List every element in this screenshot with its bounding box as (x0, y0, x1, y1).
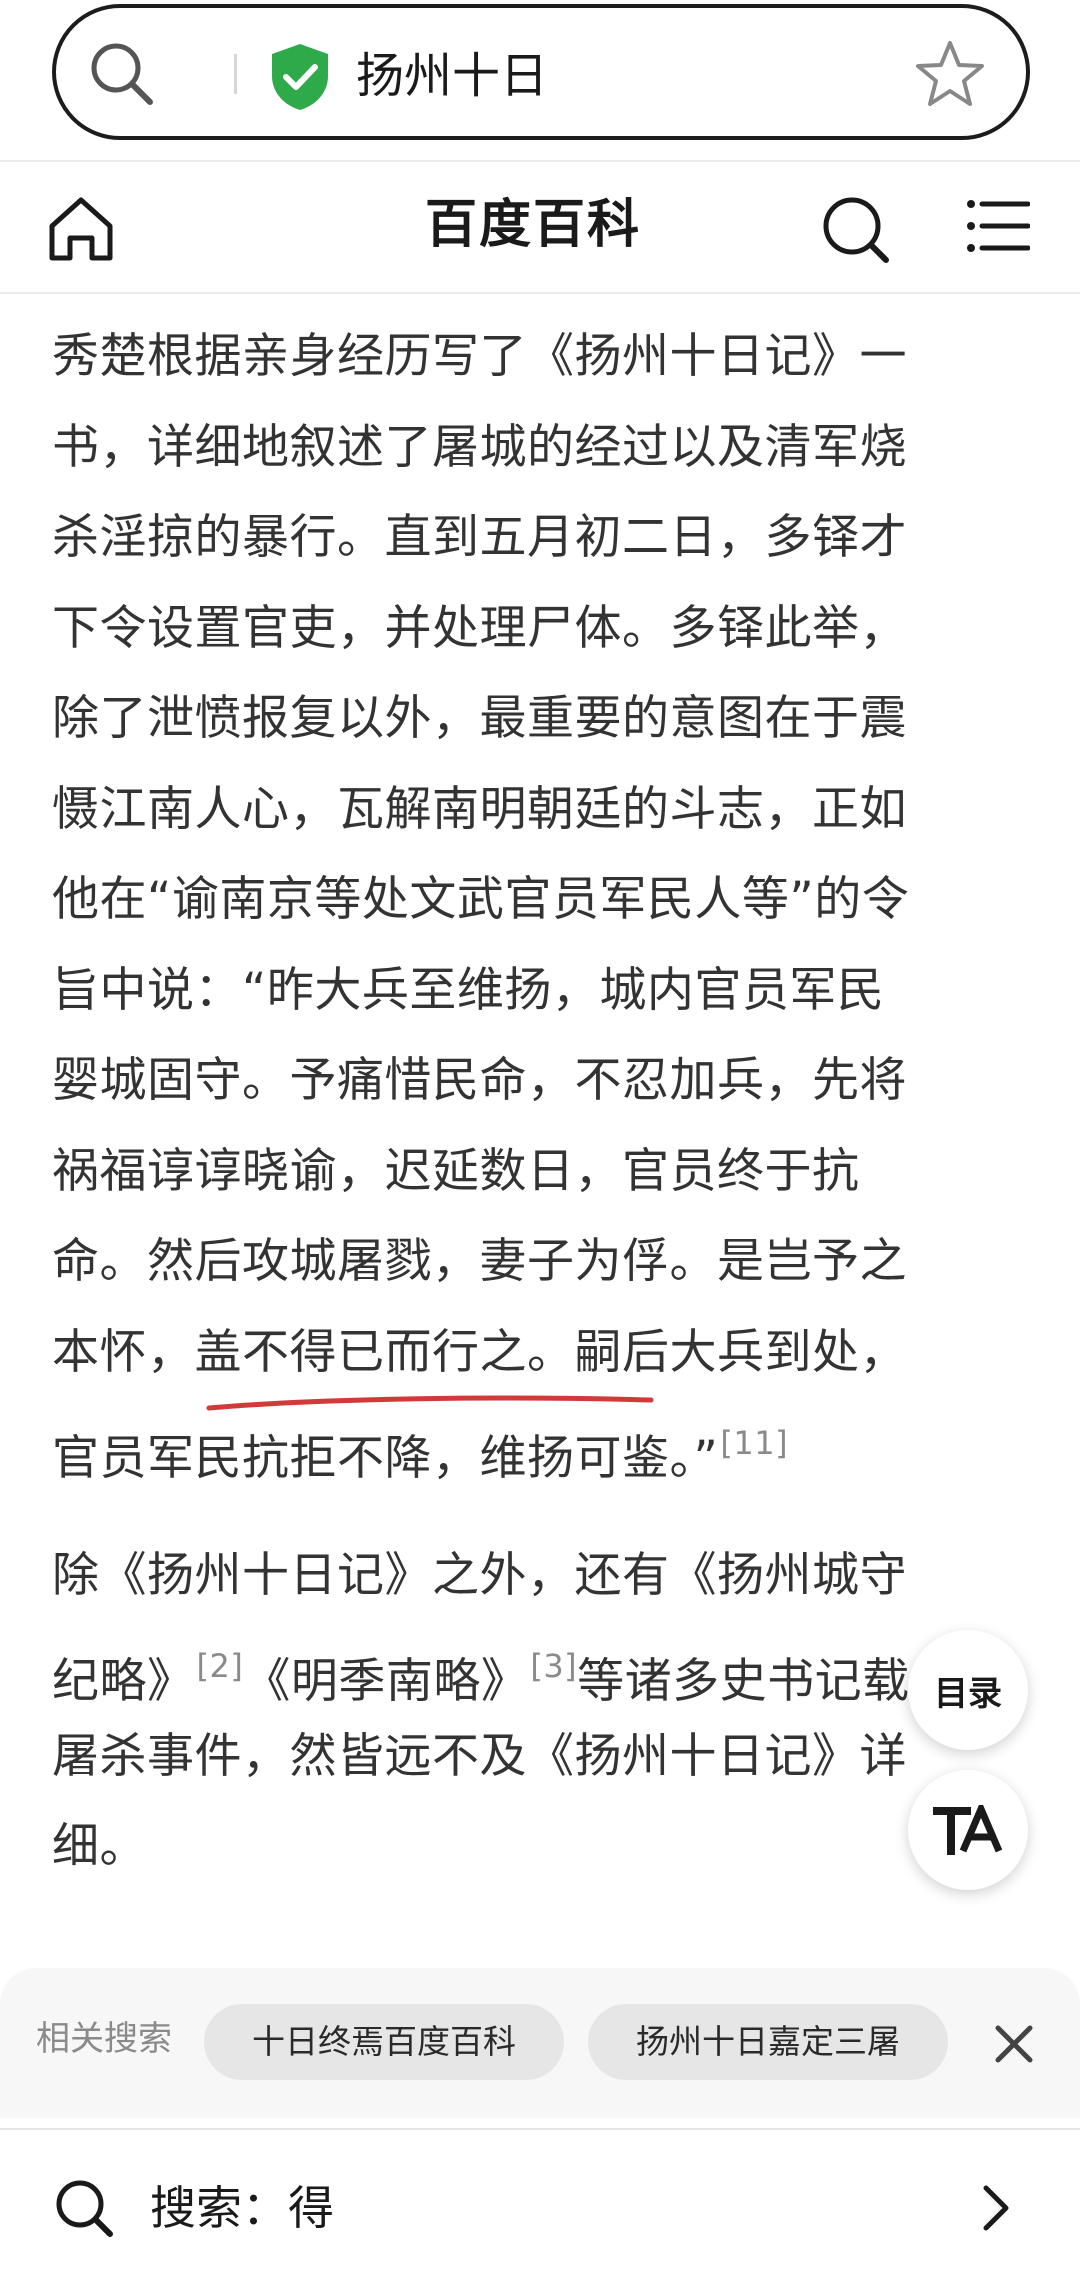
article-line: 杀淫掠的暴行。直到五月初二日，多铎才 (52, 510, 907, 565)
search-query-text[interactable]: 扬州十日 (356, 46, 548, 106)
article-line: 秀楚根据亲身经历写了《扬州十日记》一 (52, 329, 907, 384)
related-search-chip[interactable]: 扬州十日嘉定三屠 (588, 2004, 948, 2080)
close-icon[interactable] (994, 2024, 1034, 2064)
shield-check-icon (272, 44, 328, 110)
article-line-text: 官员军民抗拒不降，维扬可鉴。” (52, 1431, 719, 1486)
related-search-chip[interactable]: 十日终焉百度百科 (204, 2004, 564, 2080)
search-divider (234, 54, 237, 94)
menu-icon[interactable] (966, 196, 1030, 256)
chevron-right-icon[interactable] (976, 2182, 1016, 2234)
article-line: 下令设置官吏，并处理尸体。多铎此举， (52, 600, 907, 656)
article-line: 细。 (52, 1819, 147, 1874)
article-line-text: 纪略》 (52, 1654, 195, 1709)
red-underline-annotation (206, 1395, 654, 1411)
divider (0, 292, 1080, 294)
bottom-search-bar[interactable]: 搜索：得 (0, 2130, 1080, 2286)
article-line: 纪略》[2]《明季南略》[3]等诸多史书记载 (52, 1631, 1042, 1722)
related-search-bar: 相关搜索 十日终焉百度百科 扬州十日嘉定三屠 (0, 1968, 1080, 2118)
article-line: 官员军民抗拒不降，维扬可鉴。”[11] (52, 1408, 1042, 1499)
article-line: 屠杀事件，然皆远不及《扬州十日记》详 (52, 1728, 907, 1784)
article-line: 除《扬州十日记》之外，还有《扬州城守 (52, 1547, 907, 1603)
star-icon[interactable] (914, 38, 986, 110)
bottom-search-text: 搜索：得 (150, 2181, 334, 2235)
search-icon[interactable] (84, 36, 160, 112)
article-line: 除了泄愤报复以外，最重要的意图在于震 (52, 691, 907, 746)
article-line: 书，详细地叙述了屠城的经过以及清军烧 (52, 419, 907, 475)
article-line: 旨中说：“昨大兵至维扬，城内官员军民 (52, 962, 885, 1018)
article-line: 命。然后攻城屠戮，妻子为俘。是岂予之 (52, 1234, 907, 1289)
citation-link[interactable]: [11] (720, 1424, 788, 1462)
citation-link[interactable]: [2] (197, 1647, 244, 1685)
article-line-text: 等诸多史书记载 (577, 1654, 910, 1709)
text-size-icon (933, 1805, 1003, 1855)
article-body: 秀楚根据亲身经历写了《扬州十日记》一 书，详细地叙述了屠城的经过以及清军烧 杀淫… (52, 322, 1042, 1903)
article-line: 祸福谆谆晓谕，迟延数日，官员终于抗 (52, 1143, 860, 1199)
article-line-text: 《明季南略》 (243, 1654, 529, 1709)
page-header: 百度百科 (0, 162, 1080, 292)
article-line: 他在“谕南京等处文武官员军民人等”的令 (52, 872, 910, 927)
search-icon[interactable] (818, 192, 890, 264)
url-search-bar[interactable]: 扬州十日 (52, 4, 1030, 140)
ta-text-size-button[interactable] (908, 1770, 1028, 1890)
related-search-label: 相关搜索 (36, 2019, 172, 2059)
citation-link[interactable]: [3] (530, 1647, 577, 1685)
search-icon (56, 2180, 113, 2237)
article-line: 婴城固守。予痛惜民命，不忍加兵，先将 (52, 1053, 907, 1108)
page-title: 百度百科 (424, 195, 641, 255)
article-line: 慑江南人心，瓦解南明朝廷的斗志，正如 (52, 781, 907, 837)
table-of-contents-button[interactable]: 目录 (908, 1630, 1028, 1750)
